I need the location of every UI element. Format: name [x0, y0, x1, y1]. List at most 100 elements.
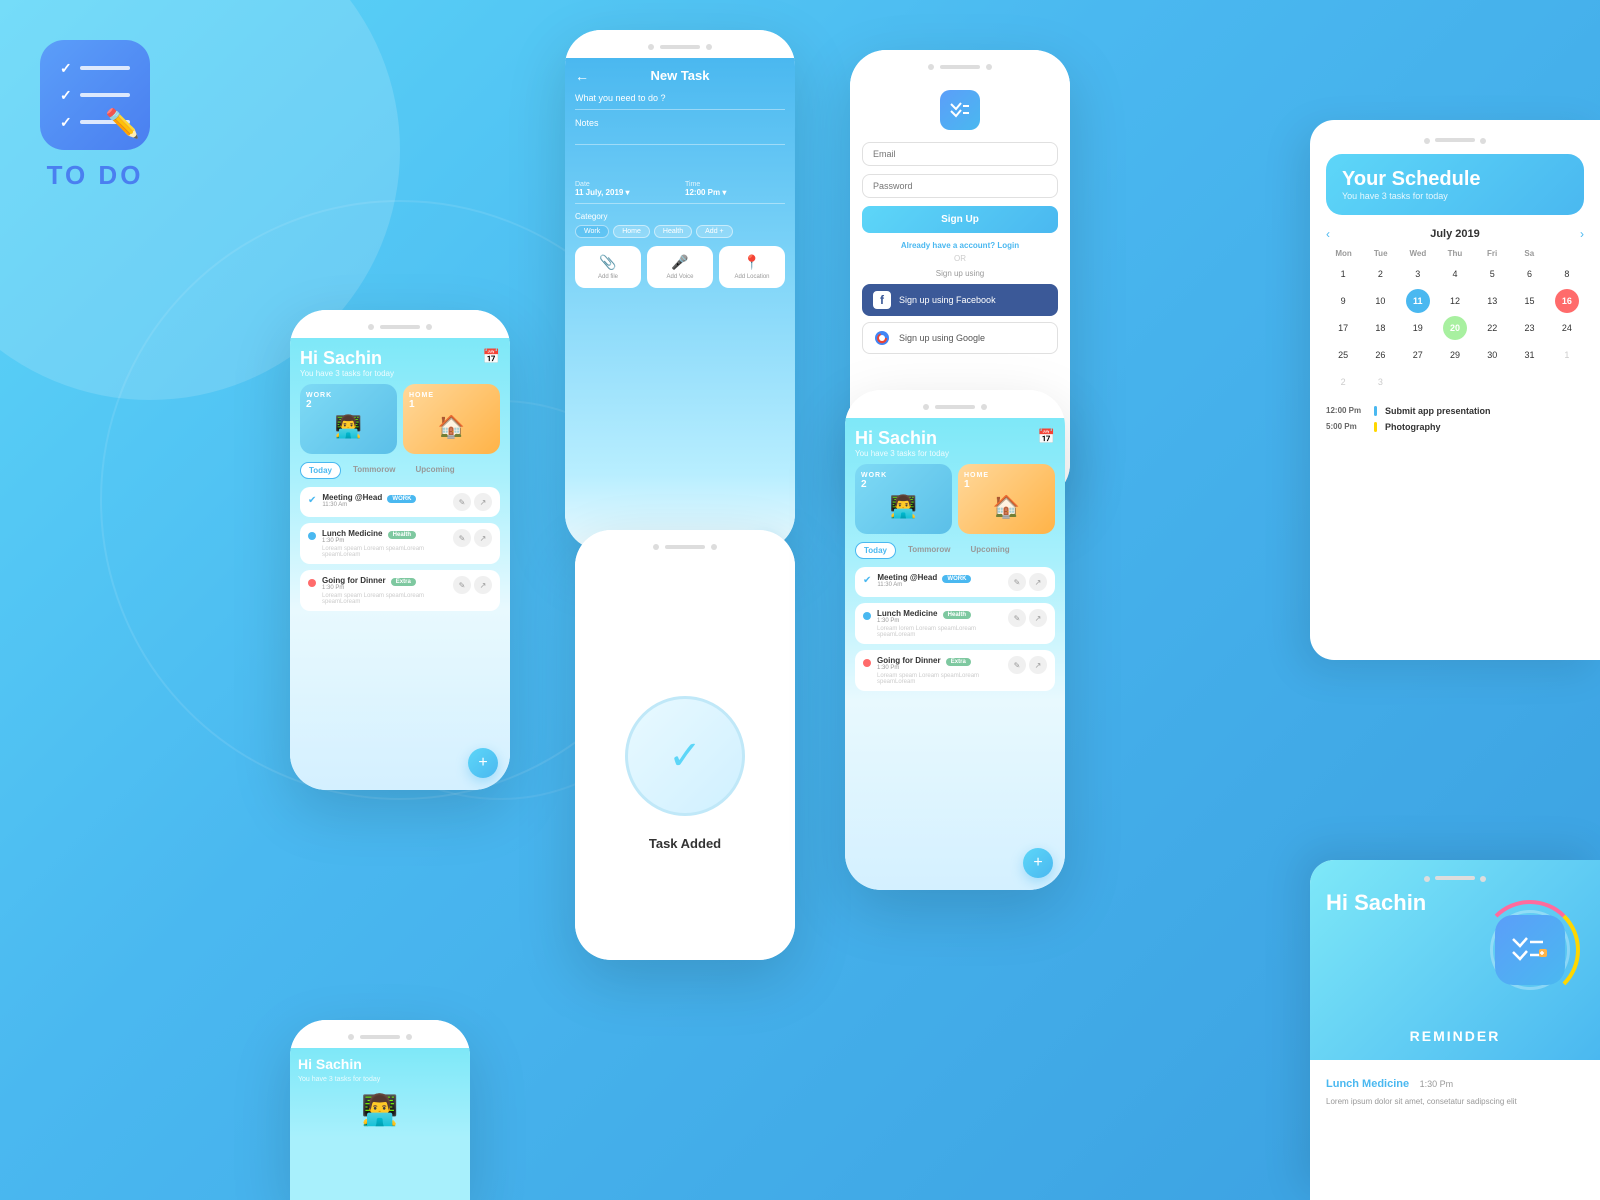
edit-btn-2c[interactable]: ✎: [1008, 656, 1026, 674]
facebook-signup-button[interactable]: f Sign up using Facebook: [862, 284, 1058, 316]
day-19[interactable]: 19: [1406, 316, 1430, 340]
day-26[interactable]: 26: [1368, 343, 1392, 367]
day-11-today[interactable]: 11: [1406, 289, 1430, 313]
day-24[interactable]: 24: [1555, 316, 1579, 340]
add-location-btn[interactable]: 📍 Add Location: [719, 246, 785, 288]
share-btn-2b[interactable]: ↗: [1029, 609, 1047, 627]
edit-btn[interactable]: ✎: [453, 576, 471, 594]
edit-btn-2b[interactable]: ✎: [1008, 609, 1026, 627]
day-30[interactable]: 30: [1480, 343, 1504, 367]
day-31[interactable]: 31: [1518, 343, 1542, 367]
task-content: Lunch Medicine Health 1:30 Pm Loream spe…: [322, 529, 447, 558]
edit-btn-2a[interactable]: ✎: [1008, 573, 1026, 591]
edit-btn[interactable]: ✎: [453, 493, 471, 511]
password-field[interactable]: [862, 174, 1058, 198]
edit-btn[interactable]: ✎: [453, 529, 471, 547]
day-6[interactable]: 6: [1518, 262, 1542, 286]
reminder-content: Lunch Medicine 1:30 Pm Lorem ipsum dolor…: [1310, 1060, 1600, 1121]
day-22[interactable]: 22: [1480, 316, 1504, 340]
tab-today[interactable]: Today: [300, 462, 341, 479]
day-10[interactable]: 10: [1368, 289, 1392, 313]
tab-today-2[interactable]: Today: [855, 542, 896, 559]
fab-button[interactable]: +: [468, 748, 498, 778]
todo-header: Hi Sachin You have 3 tasks for today 📅: [300, 348, 500, 378]
schedule-event-2[interactable]: 5:00 Pm Photography: [1326, 422, 1584, 432]
attachment-actions: 📎 Add file 🎤 Add Voice 📍 Add Location: [575, 246, 785, 288]
fab-button-2[interactable]: +: [1023, 848, 1053, 878]
calendar-icon-2[interactable]: 📅: [1038, 428, 1055, 445]
day-next-3[interactable]: 3: [1368, 370, 1392, 394]
day-5[interactable]: 5: [1480, 262, 1504, 286]
day-1[interactable]: 1: [1331, 262, 1355, 286]
day-12[interactable]: 12: [1443, 289, 1467, 313]
task-actions: ✎ ↗: [453, 529, 492, 547]
tab-upcoming-2[interactable]: Upcoming: [962, 542, 1017, 559]
signup-button[interactable]: Sign Up: [862, 206, 1058, 233]
day-17[interactable]: 17: [1331, 316, 1355, 340]
calendar-icon[interactable]: 📅: [483, 348, 500, 365]
next-month-btn[interactable]: ›: [1580, 227, 1584, 241]
share-btn[interactable]: ↗: [474, 576, 492, 594]
day-13[interactable]: 13: [1480, 289, 1504, 313]
add-voice-btn[interactable]: 🎤 Add Voice: [647, 246, 713, 288]
schedule-event-1[interactable]: 12:00 Pm Submit app presentation: [1326, 406, 1584, 416]
time-value[interactable]: 12:00 Pm ▾: [685, 188, 785, 197]
signup-logo: [862, 90, 1058, 130]
event-2-time: 5:00 Pm: [1326, 422, 1366, 431]
share-btn-2a[interactable]: ↗: [1029, 573, 1047, 591]
tag-work[interactable]: Work: [575, 225, 609, 238]
work-card[interactable]: WORK 2 👨‍💻: [300, 384, 397, 454]
task-item[interactable]: ✔ Meeting @Head WORK 11:30 Am ✎ ↗: [300, 487, 500, 517]
share-btn-2c[interactable]: ↗: [1029, 656, 1047, 674]
task-item[interactable]: Lunch Medicine Health 1:30 Pm Loream spe…: [300, 523, 500, 564]
day-next-2[interactable]: 2: [1331, 370, 1355, 394]
share-btn[interactable]: ↗: [474, 493, 492, 511]
email-field[interactable]: [862, 142, 1058, 166]
day-20-other[interactable]: 20: [1443, 316, 1467, 340]
day-9[interactable]: 9: [1331, 289, 1355, 313]
day-18[interactable]: 18: [1368, 316, 1392, 340]
tag-add[interactable]: Add +: [696, 225, 733, 238]
day-16-event[interactable]: 16: [1555, 289, 1579, 313]
home-card-2[interactable]: HOME 1 🏠: [958, 464, 1055, 534]
work-card-2[interactable]: WORK 2 👨‍💻: [855, 464, 952, 534]
task-item-2b[interactable]: Lunch Medicine Health 1:30 Pm Loream lor…: [855, 603, 1055, 644]
reminder-task-time: 1:30 Pm: [1420, 1079, 1454, 1089]
task-item[interactable]: Going for Dinner Extra 1:30 Pm Loream sp…: [300, 570, 500, 611]
day-8[interactable]: 8: [1555, 262, 1579, 286]
day-4[interactable]: 4: [1443, 262, 1467, 286]
day-2[interactable]: 2: [1368, 262, 1392, 286]
dot-icon: [308, 532, 316, 540]
day-next-1[interactable]: 1: [1555, 343, 1579, 367]
login-link[interactable]: Login: [997, 241, 1019, 250]
tab-tomorrow-2[interactable]: Tommorow: [900, 542, 959, 559]
tab-bar: Today Tommorow Upcoming: [300, 462, 500, 479]
tag-home[interactable]: Home: [613, 225, 650, 238]
day-23[interactable]: 23: [1518, 316, 1542, 340]
email-input[interactable]: [862, 142, 1058, 166]
task-item-2a[interactable]: ✔ Meeting @Head WORK 11:30 Am ✎ ↗: [855, 567, 1055, 597]
time-col: Time 12:00 Pm ▾: [685, 181, 785, 197]
date-time-row: Date 11 July, 2019 ▾ Time 12:00 Pm ▾: [575, 181, 785, 197]
logo-icon: ✓ ✓ ✓ ✏️: [40, 40, 150, 150]
logo-area: ✓ ✓ ✓ ✏️ TO DO: [40, 40, 150, 191]
month-nav: ‹ July 2019 ›: [1326, 227, 1584, 241]
day-15[interactable]: 15: [1518, 289, 1542, 313]
add-file-btn[interactable]: 📎 Add file: [575, 246, 641, 288]
tab-tomorrow[interactable]: Tommorow: [345, 462, 404, 479]
prev-month-btn[interactable]: ‹: [1326, 227, 1330, 241]
back-button[interactable]: ←: [575, 68, 589, 84]
tag-health[interactable]: Health: [654, 225, 692, 238]
day-25[interactable]: 25: [1331, 343, 1355, 367]
google-signup-button[interactable]: Sign up using Google: [862, 322, 1058, 354]
day-27[interactable]: 27: [1406, 343, 1430, 367]
day-29[interactable]: 29: [1443, 343, 1467, 367]
date-value[interactable]: 11 July, 2019 ▾: [575, 188, 675, 197]
share-btn[interactable]: ↗: [474, 529, 492, 547]
home-card[interactable]: HOME 1 🏠: [403, 384, 500, 454]
task-item-2c[interactable]: Going for Dinner Extra 1:30 Pm Loream sp…: [855, 650, 1055, 691]
days-header: Mon Tue Wed Thu Fri Sa: [1326, 249, 1584, 258]
password-input[interactable]: [862, 174, 1058, 198]
day-3[interactable]: 3: [1406, 262, 1430, 286]
tab-upcoming[interactable]: Upcoming: [407, 462, 462, 479]
